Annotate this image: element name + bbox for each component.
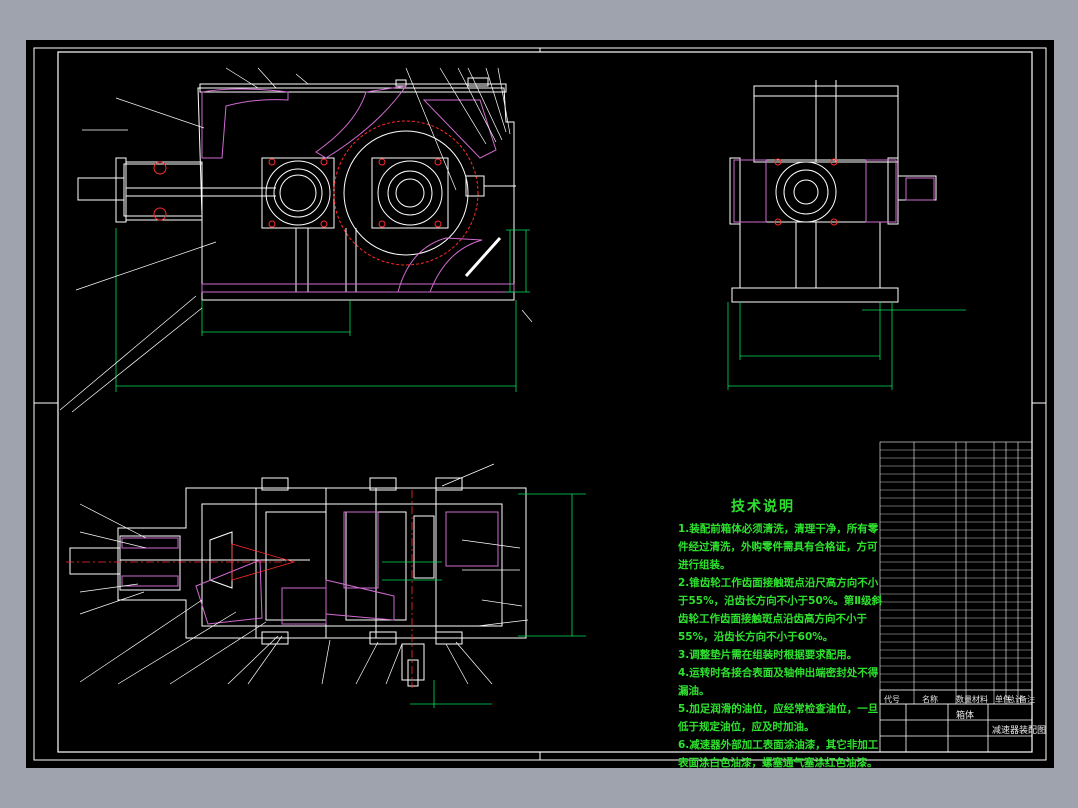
parts-header-code: 代号 (884, 695, 900, 704)
plan-view-dims (382, 493, 586, 708)
front-view-hatch (201, 85, 515, 293)
title-block-part: 箱体 (956, 711, 975, 721)
parts-header-remark: 备注 (1019, 695, 1035, 704)
note-item: 6.减速器外部加工表面涂油漆，其它非加工表面涂白色油漆，螺塞通气塞涂红色油漆。 (678, 739, 879, 769)
technical-notes: 1.装配前箱体必须清洗，清理干净，所有零件经过清洗，外购零件需具有合格证，方可进… (678, 520, 883, 772)
parts-header-material: 材料 (972, 695, 988, 704)
plan-view (69, 477, 527, 687)
cad-drawing (33, 47, 1047, 761)
note-item: 3.调整垫片需在组装时根据要求配用。 (678, 649, 858, 661)
drawing-sheet: 技术说明 1.装配前箱体必须清洗，清理干净，所有零件经过清洗，外购零件需具有合格… (26, 40, 1054, 769)
plan-view-hatch (121, 511, 499, 625)
note-item: 1.装配前箱体必须清洗，清理干净，所有零件经过清洗，外购零件需具有合格证，方可进… (678, 523, 879, 571)
side-view (729, 80, 937, 303)
side-view-hatch (733, 159, 935, 223)
note-item: 2.锥齿轮工作齿面接触斑点沿尺高方向不小于55%，沿齿长方向不小于50%。第Ⅱ级… (678, 577, 883, 643)
parts-header-name: 名称 (922, 695, 938, 704)
side-view-dims (727, 302, 966, 390)
plan-view-leaders (79, 463, 529, 685)
outer-frame (33, 47, 1047, 761)
notes-title: 技术说明 (731, 499, 795, 515)
front-view-dims (115, 228, 530, 392)
title-block-name: 减速器装配图 (992, 726, 1047, 736)
note-item: 4.运转时各接合表面及轴伸出端密封处不得漏油。 (678, 667, 879, 697)
parts-header-qty: 数量 (956, 695, 972, 704)
parts-list (879, 441, 1033, 705)
note-item: 5.加足润滑的油位，应经常检查油位，一旦低于规定油位，应及时加油。 (678, 703, 879, 733)
inner-frame (57, 51, 1033, 753)
